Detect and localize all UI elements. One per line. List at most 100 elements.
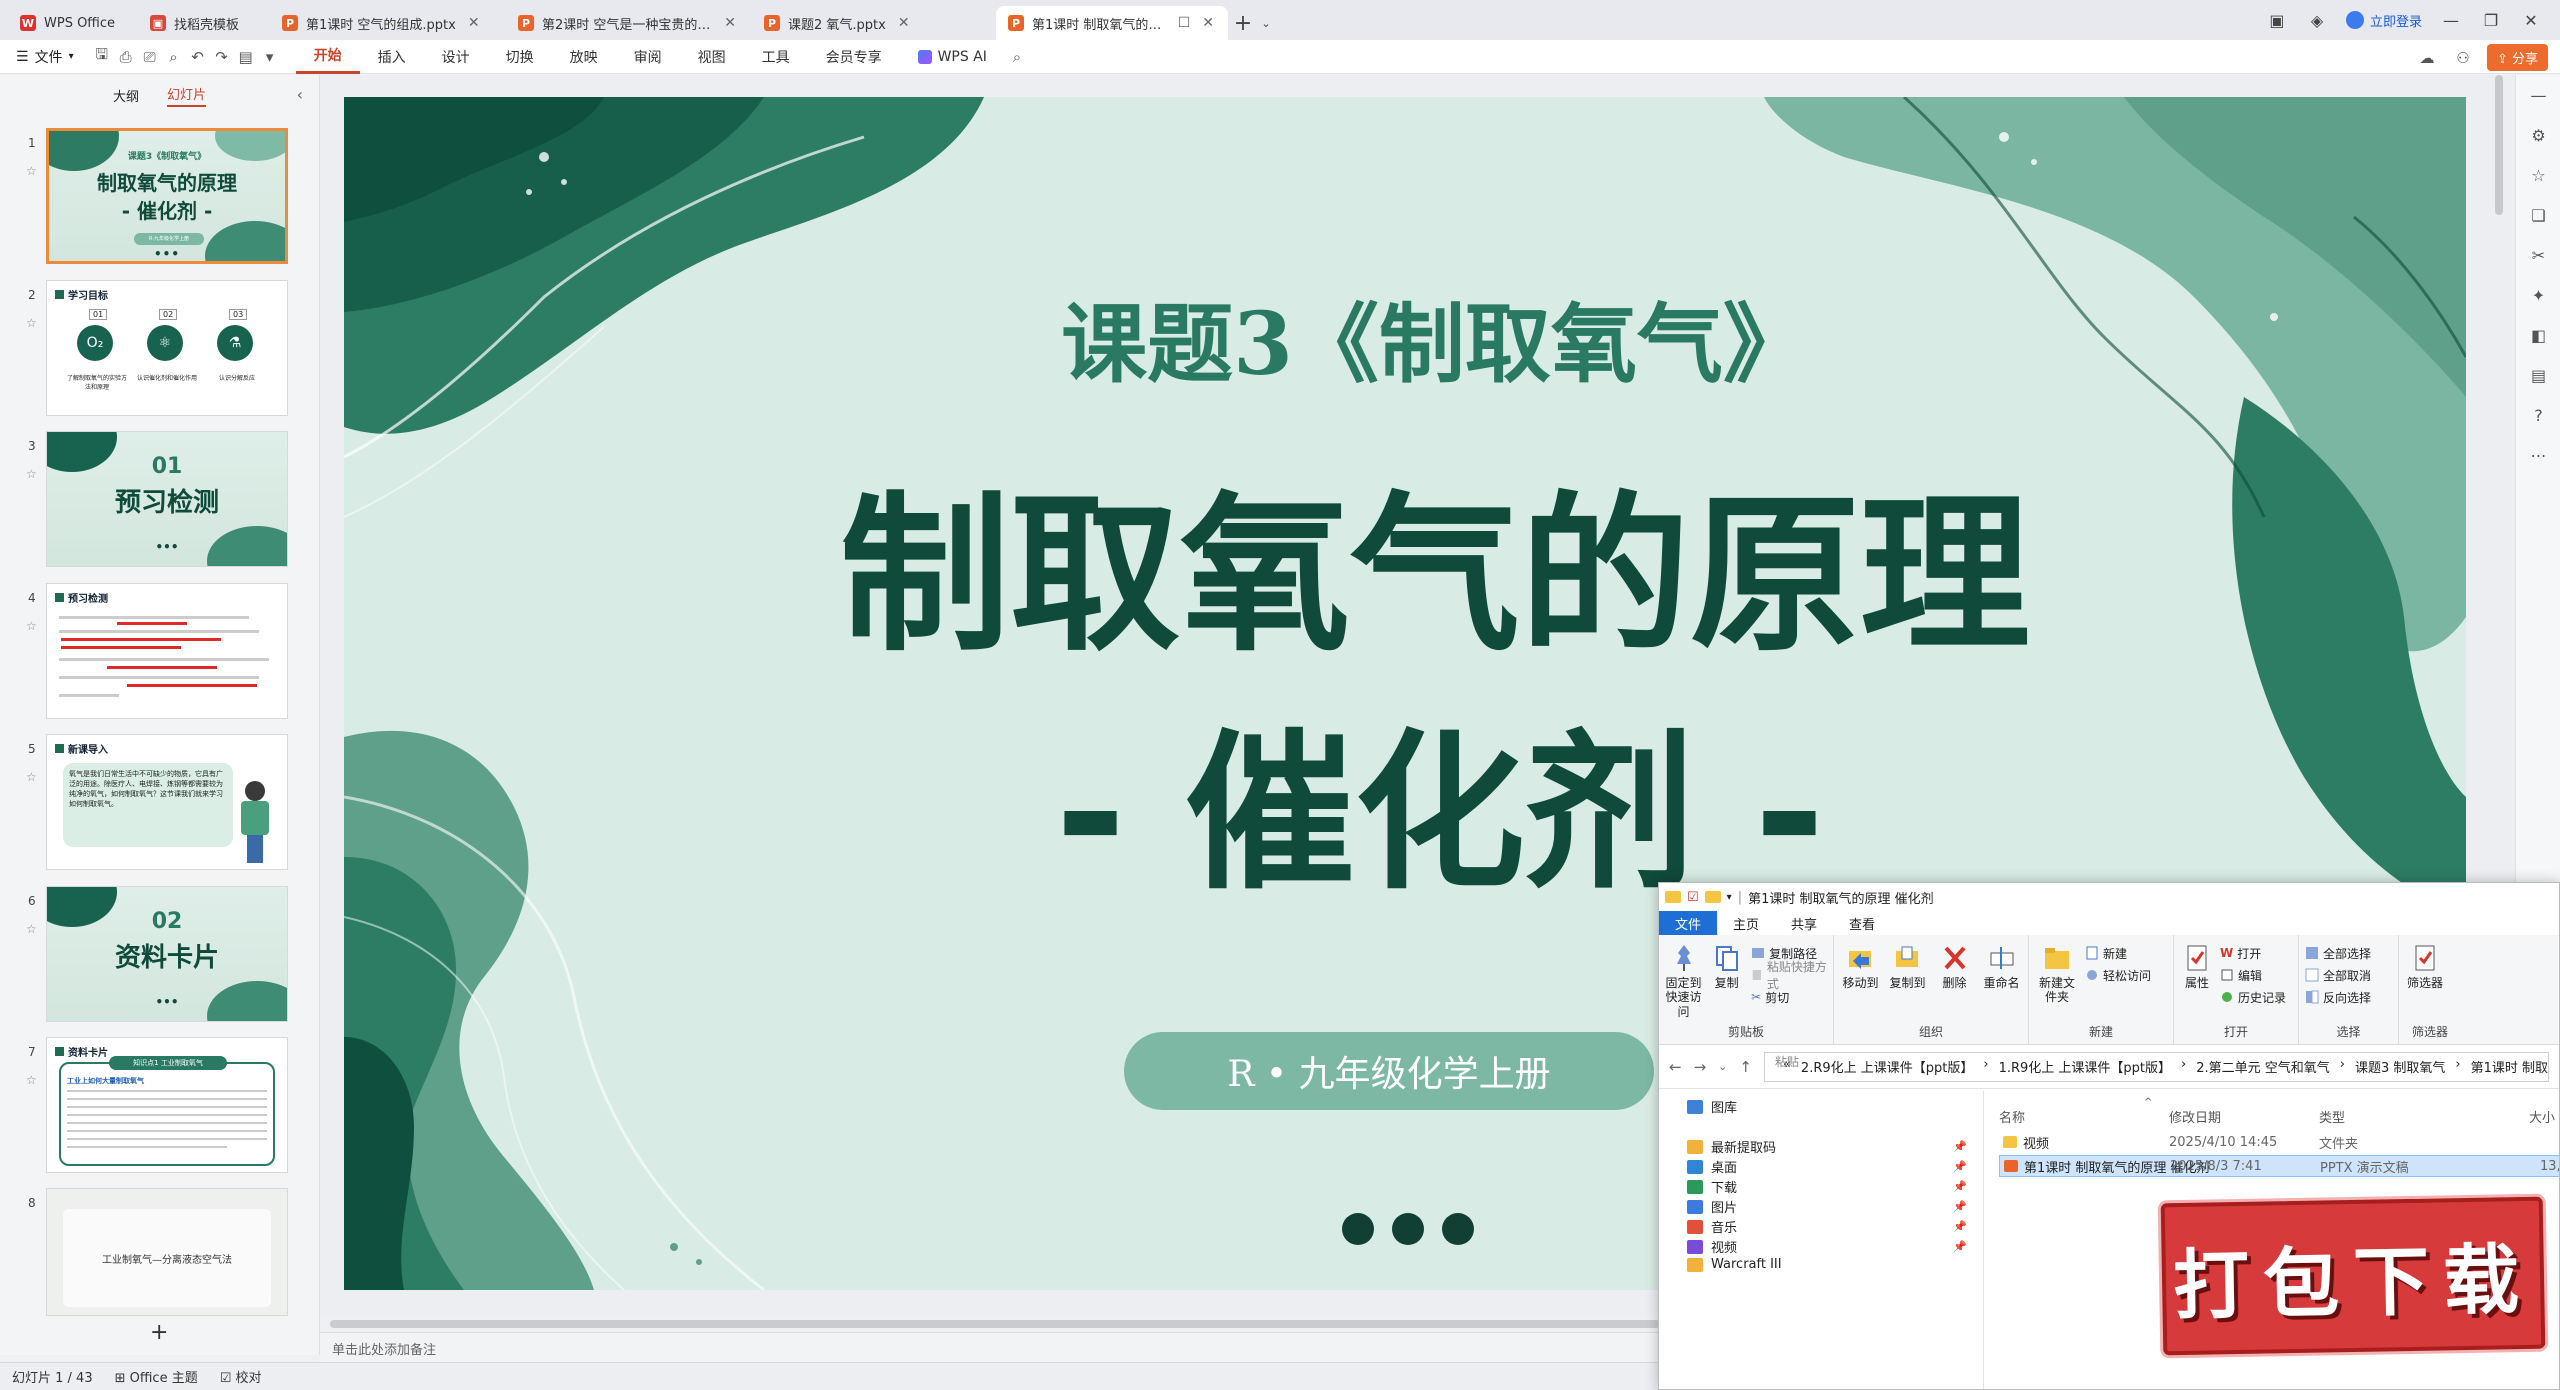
new-item-button[interactable]: 新建 <box>2085 943 2151 963</box>
breadcrumb-item[interactable]: 课题3 制取氧气 <box>2355 1057 2445 1076</box>
tab-list-chevron-icon[interactable]: ⌄ <box>1256 6 1276 40</box>
nav-item[interactable]: 音乐 📌 <box>1687 1217 1967 1236</box>
slide-thumbnail-3[interactable]: 01 预习检测 ••• <box>46 431 288 567</box>
minimize-icon[interactable]: — <box>2440 11 2462 30</box>
slide-thumbnail-7[interactable]: 资料卡片 知识点1 工业制取氧气 工业上如何大量制取氧气 <box>46 1037 288 1173</box>
shape-icon[interactable]: ◧ <box>2516 315 2560 355</box>
file-menu-button[interactable]: ☰ 文件 ▾ <box>0 47 90 67</box>
menu-item-1[interactable]: 开始 <box>295 40 360 74</box>
slide-thumbnail-1[interactable]: 课题3《制取氧气》 制取氧气的原理 - 催化剂 - R·九年级化学上册 ••• <box>46 128 288 264</box>
cloud-sync-icon[interactable]: ☁ <box>2415 49 2439 67</box>
help-icon[interactable]: ? <box>2516 395 2560 435</box>
wps-ai-menu[interactable]: WPS AI <box>900 40 1005 74</box>
select-none-button[interactable]: 全部取消 <box>2305 965 2371 985</box>
close-tab-icon[interactable]: ✕ <box>898 15 910 31</box>
recent-chevron-icon[interactable]: ⌄ <box>1718 1060 1727 1073</box>
column-header-size[interactable]: 大小 <box>2529 1107 2555 1126</box>
slide-subtitle[interactable]: 课题3《制取氧气》 <box>344 274 2466 399</box>
collapse-sidebar-icon[interactable]: — <box>2516 75 2560 115</box>
column-header-date[interactable]: 修改日期 <box>2169 1107 2221 1126</box>
horizontal-scrollbar[interactable] <box>330 1320 1660 1328</box>
explorer-tab-share[interactable]: 共享 <box>1775 911 1833 935</box>
tab-cloud-icon[interactable]: ☐ <box>1178 15 1191 31</box>
file-row[interactable]: 视频 2025/4/10 14:45 文件夹 <box>1999 1131 2559 1153</box>
new-tab-button[interactable]: + <box>1230 6 1256 40</box>
slide-thumbnail-2[interactable]: 学习目标 01 02 03 O₂ ⚛ ⚗ 了解制取氧气的实验方法和原理 认识催化… <box>46 280 288 416</box>
star-icon[interactable]: ☆ <box>26 922 37 936</box>
edit-button[interactable]: 编辑 <box>2220 965 2286 985</box>
close-tab-icon[interactable]: ✕ <box>468 15 480 31</box>
format-painter-icon[interactable]: ▤ <box>234 48 258 66</box>
star-icon[interactable]: ☆ <box>26 1073 37 1087</box>
star-icon[interactable]: ☆ <box>26 619 37 633</box>
properties-icon[interactable]: ⚙ <box>2516 115 2560 155</box>
new-folder-quick-icon[interactable] <box>1704 891 1721 903</box>
forward-arrow-icon[interactable]: → <box>1694 1058 1707 1076</box>
collab-icon[interactable]: ⚇ <box>2451 49 2475 67</box>
cut-button[interactable]: ✂ 剪切 <box>1751 987 1827 1007</box>
book-icon[interactable]: ▤ <box>2516 355 2560 395</box>
paste-button[interactable]: 粘贴 <box>1775 1053 1799 1070</box>
star-icon[interactable]: ☆ <box>26 316 37 330</box>
redo-icon[interactable]: ↷ <box>210 48 234 66</box>
close-tab-icon[interactable]: ✕ <box>724 15 736 31</box>
favorite-icon[interactable]: ☆ <box>2516 155 2560 195</box>
star-icon[interactable]: ☆ <box>26 770 37 784</box>
skin-icon[interactable]: ◈ <box>2306 11 2328 30</box>
breadcrumb-item[interactable]: 2.第二单元 空气和氧气 <box>2196 1057 2330 1076</box>
menu-item-8[interactable]: 工具 <box>744 40 808 74</box>
slide-thumbnail-6[interactable]: 02 资料卡片 ••• <box>46 886 288 1022</box>
tools-icon[interactable]: ✂ <box>2516 235 2560 275</box>
animation-icon[interactable]: ✦ <box>2516 275 2560 315</box>
login-button[interactable]: 立即登录 <box>2345 11 2422 30</box>
explorer-tab-view[interactable]: 查看 <box>1833 911 1891 935</box>
nav-item[interactable]: 视频 📌 <box>1687 1237 1967 1256</box>
menu-item-2[interactable]: 插入 <box>360 40 424 74</box>
add-slide-icon[interactable]: + <box>150 1320 168 1345</box>
search-icon[interactable]: ⌕ <box>1005 48 1029 66</box>
nav-item[interactable]: 最新提取码 📌 <box>1687 1137 1967 1156</box>
menu-item-5[interactable]: 放映 <box>552 40 616 74</box>
layout-icon[interactable]: ▣ <box>2266 11 2288 30</box>
nav-item[interactable]: 图片 📌 <box>1687 1197 1967 1216</box>
star-icon[interactable]: ☆ <box>26 467 37 481</box>
proofing-indicator[interactable]: ☑ 校对 <box>220 1367 262 1386</box>
more-chevron-icon[interactable]: ▾ <box>258 48 282 66</box>
tab-3[interactable]: P 第1课时 空气的组成.pptx ✕ <box>270 6 504 40</box>
menu-item-4[interactable]: 切换 <box>488 40 552 74</box>
notes-area[interactable]: 单击此处添加备注 <box>320 1332 1660 1362</box>
restore-icon[interactable]: ❐ <box>2480 11 2502 30</box>
theme-indicator[interactable]: ⊞ Office 主题 <box>115 1367 198 1386</box>
share-button[interactable]: ⇪ 分享 <box>2486 44 2548 71</box>
tab-4[interactable]: P 第2课时 空气是一种宝贵的资源 保护 ✕ <box>506 6 750 40</box>
back-arrow-icon[interactable]: ← <box>1669 1058 1682 1076</box>
print-preview-icon[interactable]: ⌕ <box>162 48 186 66</box>
undo-icon[interactable]: ↶ <box>186 48 210 66</box>
file-row[interactable]: 第1课时 制取氧气的原理 催化剂 2025/8/3 7:41 PPTX 演示文稿 13… <box>1999 1155 2559 1177</box>
breadcrumb-item[interactable]: 2.R9化上 上课课件【ppt版】 <box>1801 1057 1973 1076</box>
tab-1[interactable]: W WPS Office <box>8 6 136 40</box>
star-icon[interactable]: ☆ <box>26 164 37 178</box>
collapse-panel-icon[interactable]: ‹ <box>297 85 303 104</box>
select-all-button[interactable]: 全部选择 <box>2305 943 2371 963</box>
nav-item[interactable]: Warcraft III <box>1687 1257 1967 1272</box>
menu-item-9[interactable]: 会员专享 <box>808 40 900 74</box>
open-button[interactable]: W 打开 <box>2220 943 2286 963</box>
tab-2[interactable]: ▣ 找稻壳模板 <box>138 6 268 40</box>
print-icon[interactable]: ⎚ <box>138 48 162 66</box>
invert-selection-button[interactable]: 反向选择 <box>2305 987 2371 1007</box>
breadcrumb-item[interactable]: 第1课时 制取氧气 <box>2471 1057 2548 1076</box>
slide-thumbnail-5[interactable]: 新课导入 氧气是我们日常生活中不可缺少的物质，它具有广泛的用途。除医疗人、电焊接… <box>46 734 288 870</box>
tab-6[interactable]: P 第1课时 制取氧气的原理 催化 ☐ ✕ <box>996 6 1228 40</box>
export-pdf-icon[interactable]: ⎙ <box>114 48 138 66</box>
history-button[interactable]: 历史记录 <box>2220 987 2286 1007</box>
download-stamp-badge[interactable]: 打包下载 <box>2160 1196 2546 1356</box>
nav-item[interactable]: 桌面 📌 <box>1687 1157 1967 1176</box>
copy-icon[interactable]: ❏ <box>2516 195 2560 235</box>
tab-slides[interactable]: 幻灯片 <box>167 84 207 107</box>
explorer-tab-home[interactable]: 主页 <box>1717 911 1775 935</box>
menu-item-3[interactable]: 设计 <box>424 40 488 74</box>
quick-access-chevron-icon[interactable]: ▾ <box>1727 892 1732 903</box>
menu-item-7[interactable]: 视图 <box>680 40 744 74</box>
close-tab-icon[interactable]: ✕ <box>1202 15 1214 31</box>
